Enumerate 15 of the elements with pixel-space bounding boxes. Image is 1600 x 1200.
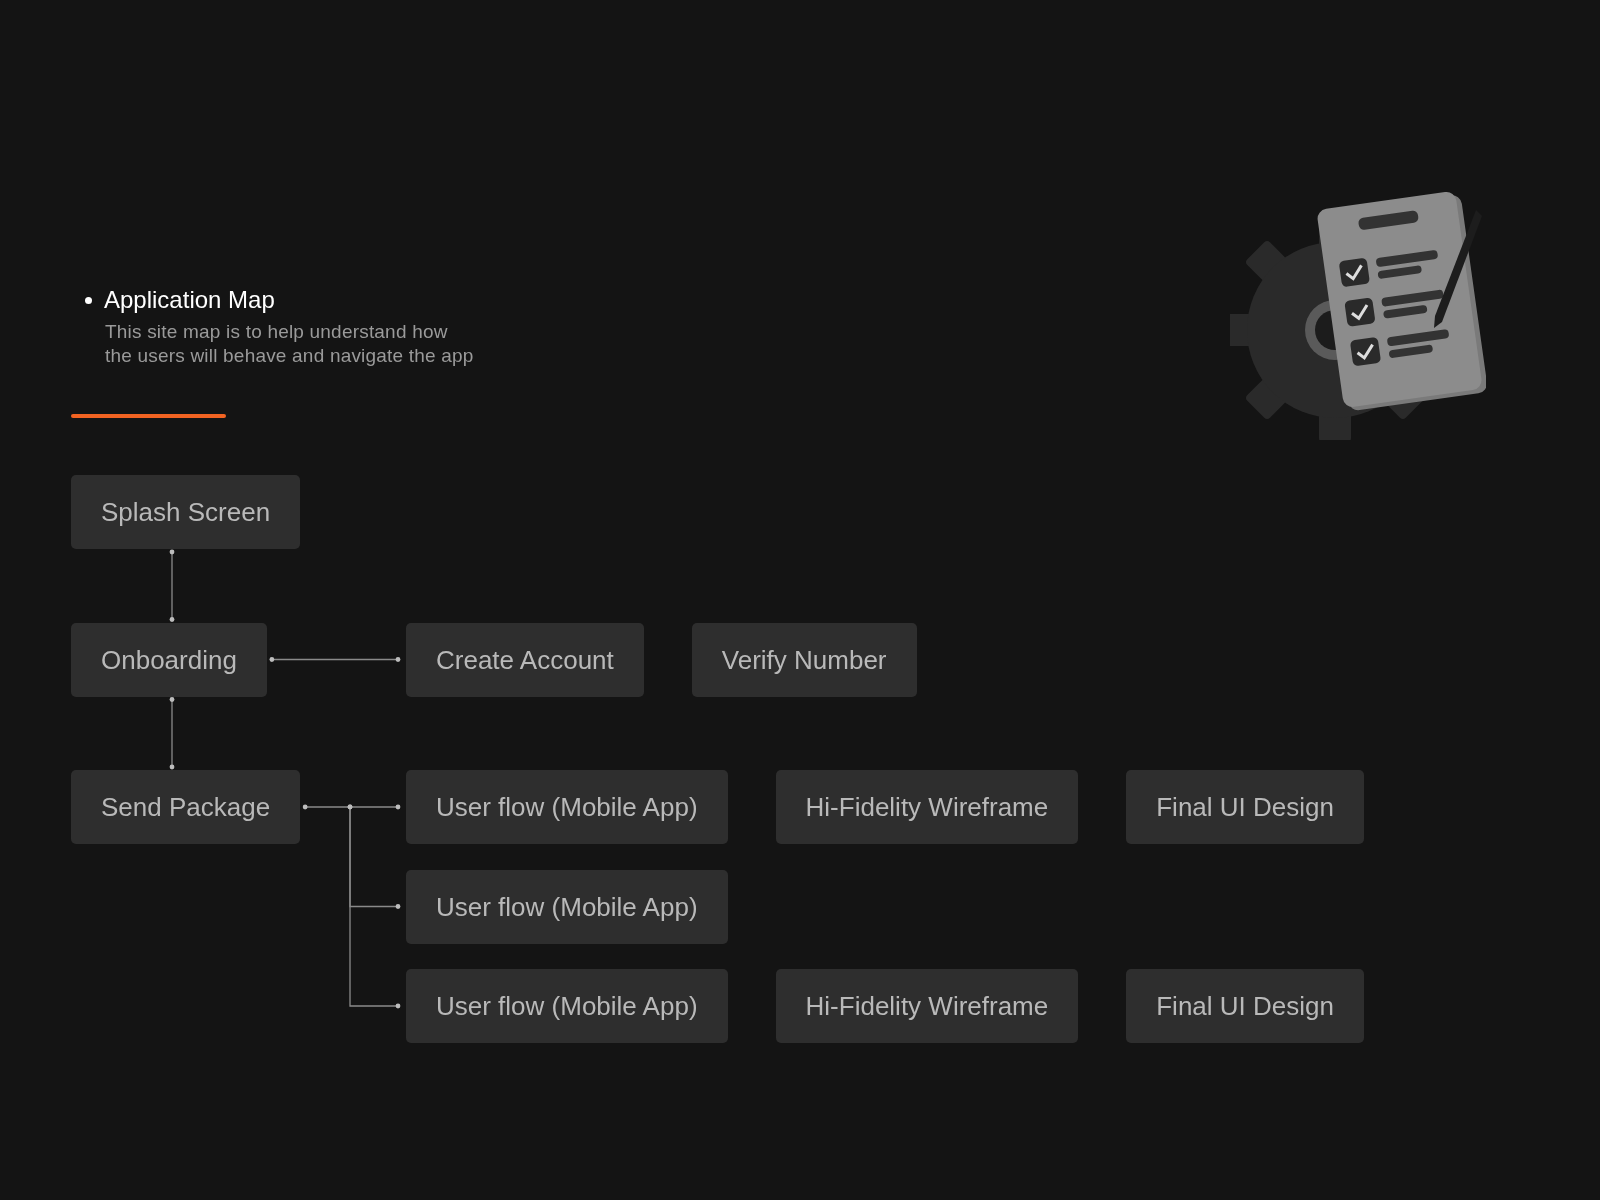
sitemap-node: Verify Number [691,622,917,697]
sitemap-node: Splash Screen [71,475,301,549]
bullet-icon [85,296,92,304]
sitemap-node: Final UI Design [1126,770,1364,844]
sitemap-node: Final UI Design [1126,969,1364,1043]
sitemap-node: Onboarding [71,622,267,697]
sitemap-node: Hi-Fidelity Wireframe [775,969,1079,1043]
section-title: Application Map [104,286,275,314]
sitemap-node: User flow (Mobile App) [406,969,728,1043]
section-description: This site map is to help understand how the users will behave and navigate the app [105,320,474,368]
sitemap-node: Send Package [71,770,301,844]
sitemap-node: User flow (Mobile App) [406,869,728,944]
sitemap-node: Create Account [406,622,644,697]
sitemap-node: User flow (Mobile App) [406,770,728,844]
sitemap-node: Hi-Fidelity Wireframe [775,770,1079,844]
